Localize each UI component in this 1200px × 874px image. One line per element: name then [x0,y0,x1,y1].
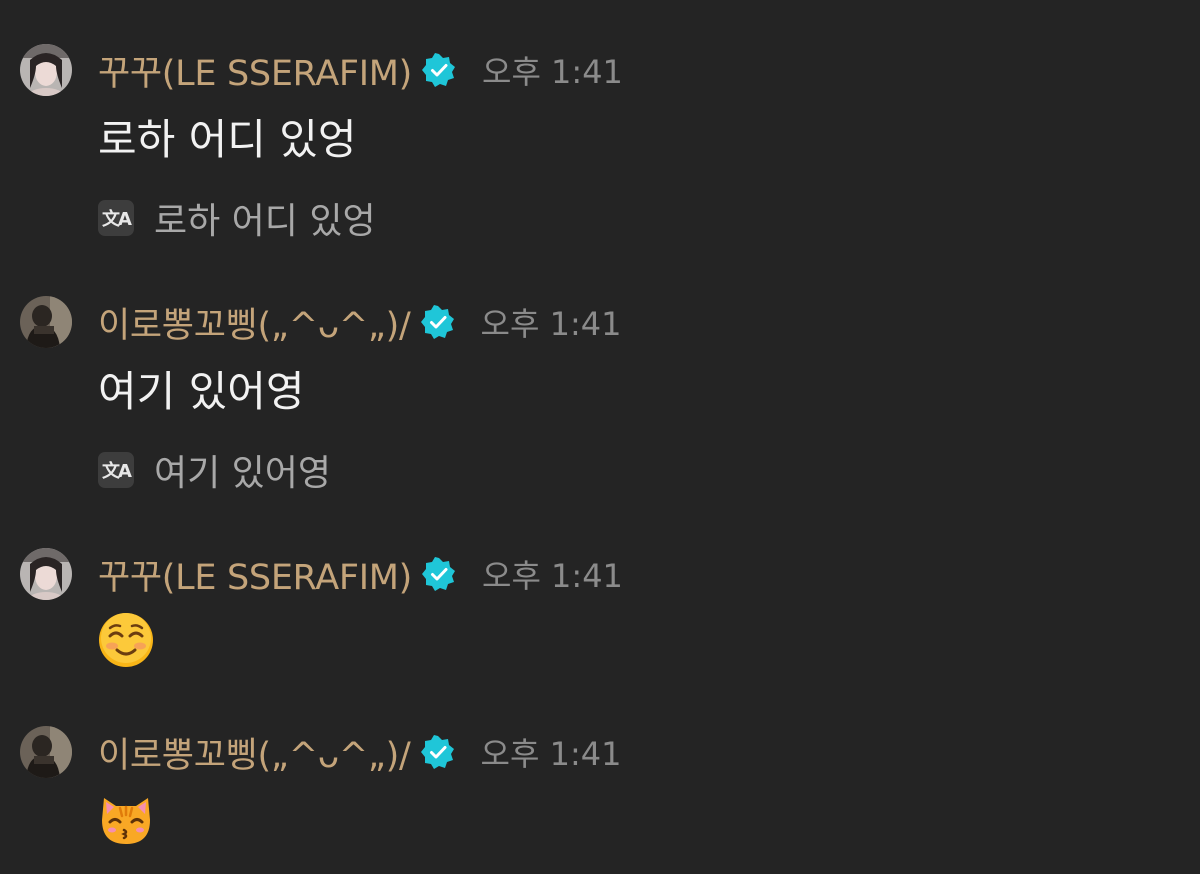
smiling-face-emoji-icon [98,612,154,668]
message-time: 오후 1:41 [482,53,623,91]
verified-badge-icon [422,53,456,87]
message-time: 오후 1:41 [480,305,622,343]
translate-icon[interactable]: 文A [98,200,134,236]
kissing-cat-emoji-icon [98,790,154,846]
message-text: 여기 있어영 [98,367,305,416]
avatar[interactable] [20,44,72,96]
translation-text: 로하 어디 있엉 [154,201,376,242]
translate-icon[interactable]: 文A [98,452,134,488]
sender-name[interactable]: 꾸꾸(LE SSERAFIM) [98,45,412,96]
message-time: 오후 1:41 [482,557,623,595]
verified-badge-icon [420,735,455,769]
translation-row: 文A 여기 있어영 [98,444,331,496]
message-header: 꾸꾸(LE SSERAFIM) 오후 1:41 [98,552,623,598]
message-time: 오후 1:41 [480,735,622,773]
avatar[interactable] [20,548,72,600]
verified-badge-icon [420,305,455,339]
sender-name[interactable]: 꾸꾸(LE SSERAFIM) [98,549,412,600]
message-text: 로하 어디 있엉 [98,115,357,164]
message-header: 이로뽕꼬삥(„^ᴗ^„)/ 오후 1:41 [98,730,622,776]
message-header: 꾸꾸(LE SSERAFIM) 오후 1:41 [98,48,623,94]
message-header: 이로뽕꼬삥(„^ᴗ^„)/ 오후 1:41 [98,300,622,346]
translation-row: 文A 로하 어디 있엉 [98,192,376,244]
avatar[interactable] [20,296,72,348]
sender-name[interactable]: 이로뽕꼬삥(„^ᴗ^„)/ [98,297,411,348]
avatar[interactable] [20,726,72,778]
verified-badge-icon [422,557,456,591]
sender-name[interactable]: 이로뽕꼬삥(„^ᴗ^„)/ [98,727,411,778]
translation-text: 여기 있어영 [154,453,332,494]
chat-thread: 꾸꾸(LE SSERAFIM) 오후 1:41 로하 어디 있엉 文A 로하 어… [0,0,1200,874]
